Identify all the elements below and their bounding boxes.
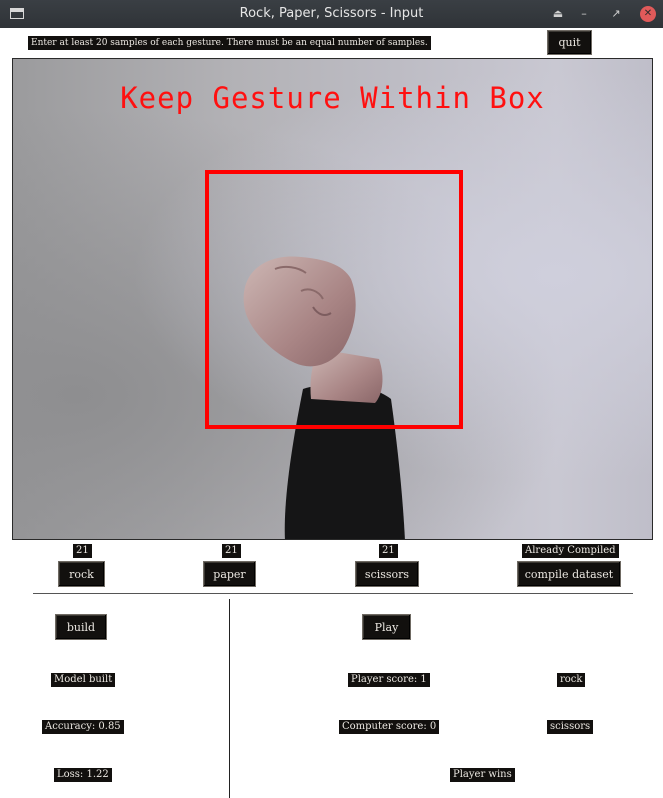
compile-dataset-button[interactable]: compile dataset bbox=[517, 561, 621, 587]
minimize-icon[interactable]: – bbox=[576, 6, 592, 22]
gesture-box bbox=[205, 170, 463, 429]
rock-button[interactable]: rock bbox=[58, 561, 105, 587]
paper-count: 21 bbox=[222, 544, 241, 558]
quit-button[interactable]: quit bbox=[547, 30, 592, 55]
instructions-label: Enter at least 20 samples of each gestur… bbox=[28, 36, 431, 50]
camera-feed: Keep Gesture Within Box bbox=[12, 58, 653, 540]
paper-button[interactable]: paper bbox=[203, 561, 256, 587]
section-divider bbox=[33, 593, 633, 594]
scissors-button[interactable]: scissors bbox=[355, 561, 419, 587]
computer-score: Computer score: 0 bbox=[339, 720, 440, 734]
player-score: Player score: 1 bbox=[348, 673, 430, 687]
eject-icon[interactable]: ⏏ bbox=[550, 6, 566, 22]
play-button[interactable]: Play bbox=[362, 614, 411, 640]
game-result: Player wins bbox=[450, 768, 515, 782]
close-icon[interactable]: ✕ bbox=[640, 6, 656, 22]
build-button[interactable]: build bbox=[55, 614, 107, 640]
title-bar: Rock, Paper, Scissors - Input ⏏ – ↗ ✕ bbox=[0, 0, 663, 28]
restore-icon[interactable]: ↗ bbox=[608, 6, 624, 22]
scissors-count: 21 bbox=[379, 544, 398, 558]
compile-status: Already Compiled bbox=[522, 544, 619, 558]
computer-choice: scissors bbox=[547, 720, 594, 734]
player-choice: rock bbox=[557, 673, 586, 687]
model-status: Model built bbox=[51, 673, 116, 687]
rock-count: 21 bbox=[73, 544, 92, 558]
video-caption: Keep Gesture Within Box bbox=[120, 81, 545, 115]
loss-label: Loss: 1.22 bbox=[54, 768, 112, 782]
accuracy-label: Accuracy: 0.85 bbox=[42, 720, 124, 734]
panel-divider bbox=[229, 599, 230, 798]
